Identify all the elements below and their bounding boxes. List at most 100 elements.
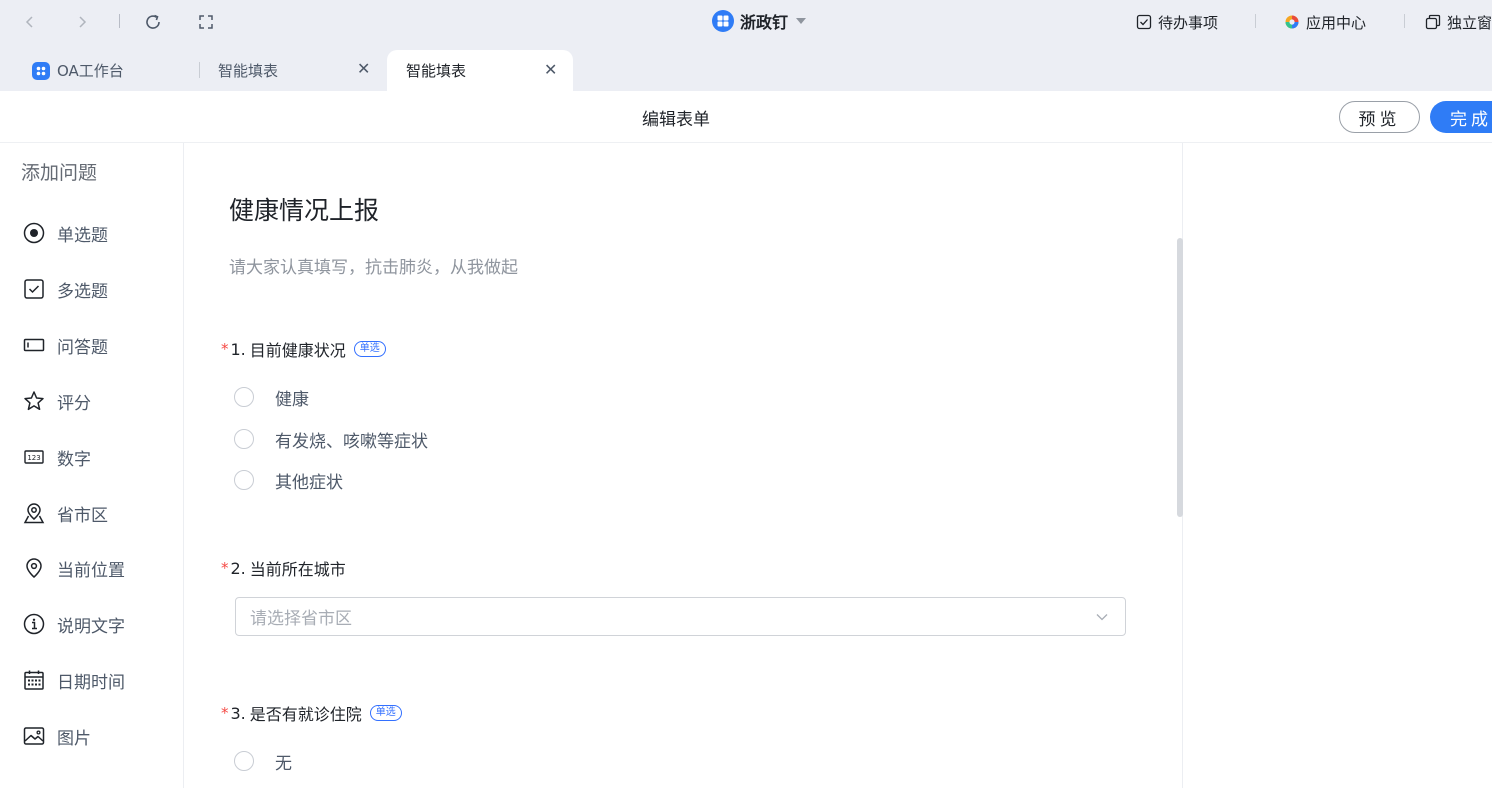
add-datetime[interactable]: 日期时间 — [22, 668, 125, 693]
option-label: 健康 — [275, 389, 309, 410]
radio-button[interactable] — [234, 429, 254, 449]
region-icon — [22, 501, 46, 525]
question-number: 1. — [230, 339, 246, 359]
palette-item-label: 评分 — [57, 393, 91, 414]
radio-button[interactable] — [234, 387, 254, 407]
question-text: 是否有就诊住院 — [249, 705, 362, 724]
add-current-location[interactable]: 当前位置 — [22, 556, 125, 581]
add-number[interactable]: 123 数字 — [22, 445, 91, 470]
checkbox-icon — [22, 277, 46, 301]
back-button[interactable] — [18, 10, 42, 34]
forward-button[interactable] — [70, 10, 94, 34]
question-3-title[interactable]: * 3. 是否有就诊住院 单选 — [221, 701, 402, 725]
brand-switcher[interactable]: 浙政钉 — [712, 9, 807, 33]
todo-label: 待办事项 — [1158, 13, 1219, 32]
info-icon — [22, 612, 46, 636]
oa-app-icon — [32, 61, 50, 80]
fullscreen-button[interactable] — [194, 10, 218, 34]
app-center-icon — [1285, 15, 1299, 29]
add-description-text[interactable]: 说明文字 — [22, 612, 125, 637]
caret-down-icon — [796, 18, 807, 24]
option-label: 其他症状 — [275, 472, 343, 493]
todo-check-icon — [1136, 14, 1152, 30]
form-canvas: 健康情况上报 请大家认真填写，抗击肺炎，从我做起 * 1. 目前健康状况 单选 … — [184, 143, 1183, 788]
chevron-right-icon — [79, 16, 87, 28]
question-type-tag: 单选 — [369, 705, 402, 721]
app-center-label: 应用中心 — [1306, 13, 1367, 32]
textbox-icon — [22, 333, 46, 357]
question-text: 目前健康状况 — [249, 341, 346, 360]
question-1-title[interactable]: * 1. 目前健康状况 单选 — [221, 337, 386, 361]
refresh-icon — [146, 14, 160, 29]
done-button[interactable]: 完成 — [1430, 101, 1492, 133]
tab-divider — [199, 62, 200, 78]
palette-item-label: 数字 — [57, 449, 91, 470]
image-icon — [22, 724, 46, 748]
todo-link[interactable]: 待办事项 — [1136, 11, 1218, 33]
add-single-choice[interactable]: 单选题 — [22, 221, 108, 246]
question-2-title[interactable]: * 2. 当前所在城市 — [221, 556, 346, 580]
tab-smart-form-2[interactable]: 智能填表 ✕ — [387, 50, 573, 91]
radio-icon — [22, 221, 46, 245]
add-image[interactable]: 图片 — [22, 724, 91, 749]
brand-logo-icon — [712, 10, 734, 32]
palette-item-label: 省市区 — [57, 505, 108, 526]
required-mark: * — [221, 340, 229, 358]
palette-item-label: 当前位置 — [57, 560, 125, 581]
required-mark: * — [221, 704, 229, 722]
refresh-button[interactable] — [141, 10, 165, 34]
tab-label: OA工作台 — [57, 62, 124, 80]
preview-button[interactable]: 预览 — [1339, 101, 1420, 133]
question-text: 当前所在城市 — [249, 560, 346, 579]
required-mark: * — [221, 559, 229, 577]
option-item[interactable]: 其他症状 — [234, 469, 343, 493]
page-title: 编辑表单 — [642, 110, 710, 130]
question-number: 3. — [230, 703, 246, 723]
close-icon[interactable]: ✕ — [357, 61, 370, 77]
chevron-left-icon — [25, 16, 33, 28]
add-region[interactable]: 省市区 — [22, 501, 108, 526]
option-item[interactable]: 健康 — [234, 386, 309, 410]
title-bar: 浙政钉 待办事项 应用中心 独立窗 — [0, 0, 1492, 44]
brand-name: 浙政钉 — [740, 13, 789, 32]
select-placeholder: 请选择省市区 — [250, 609, 352, 629]
palette-item-label: 多选题 — [57, 281, 108, 302]
add-text-question[interactable]: 问答题 — [22, 333, 108, 358]
question-number: 2. — [230, 558, 246, 578]
region-select[interactable]: 请选择省市区 — [235, 597, 1126, 636]
palette-item-label: 图片 — [57, 728, 91, 749]
radio-button[interactable] — [234, 751, 254, 771]
chevron-down-icon — [1096, 614, 1108, 621]
option-item[interactable]: 有发烧、咳嗽等症状 — [234, 428, 428, 452]
palette-item-label: 问答题 — [57, 337, 108, 358]
question-type-tag: 单选 — [353, 341, 386, 357]
fullscreen-icon — [199, 15, 213, 29]
svg-text:123: 123 — [27, 454, 40, 462]
detach-window-label: 独立窗 — [1447, 13, 1492, 32]
add-rating[interactable]: 评分 — [22, 389, 91, 414]
question-palette: 添加问题 单选题 多选题 问答题 评分 123 数字 省市区 当前位置 说明文字… — [0, 143, 184, 788]
palette-item-label: 单选题 — [57, 225, 108, 246]
tab-oa-workbench[interactable]: OA工作台 — [32, 50, 124, 91]
number-icon: 123 — [22, 445, 46, 469]
tab-smart-form-1[interactable]: 智能填表 ✕ — [218, 50, 384, 91]
add-multiple-choice[interactable]: 多选题 — [22, 277, 108, 302]
canvas-scrollbar[interactable] — [1177, 238, 1183, 517]
form-title[interactable]: 健康情况上报 — [229, 191, 379, 227]
palette-title: 添加问题 — [21, 162, 98, 184]
close-icon[interactable]: ✕ — [544, 62, 557, 78]
option-item[interactable]: 无 — [234, 750, 292, 774]
radio-button[interactable] — [234, 470, 254, 490]
top-divider — [1255, 14, 1256, 28]
app-center-link[interactable]: 应用中心 — [1284, 11, 1366, 33]
option-label: 无 — [275, 753, 292, 774]
nav-divider — [119, 14, 120, 28]
window-icon — [1425, 14, 1441, 30]
tab-label: 智能填表 — [406, 62, 467, 80]
detach-window-link[interactable]: 独立窗 — [1425, 11, 1492, 33]
option-label: 有发烧、咳嗽等症状 — [275, 431, 428, 452]
calendar-icon — [22, 668, 46, 692]
tab-label: 智能填表 — [218, 62, 279, 80]
form-description[interactable]: 请大家认真填写，抗击肺炎，从我做起 — [229, 253, 518, 278]
top-divider — [1404, 14, 1405, 28]
